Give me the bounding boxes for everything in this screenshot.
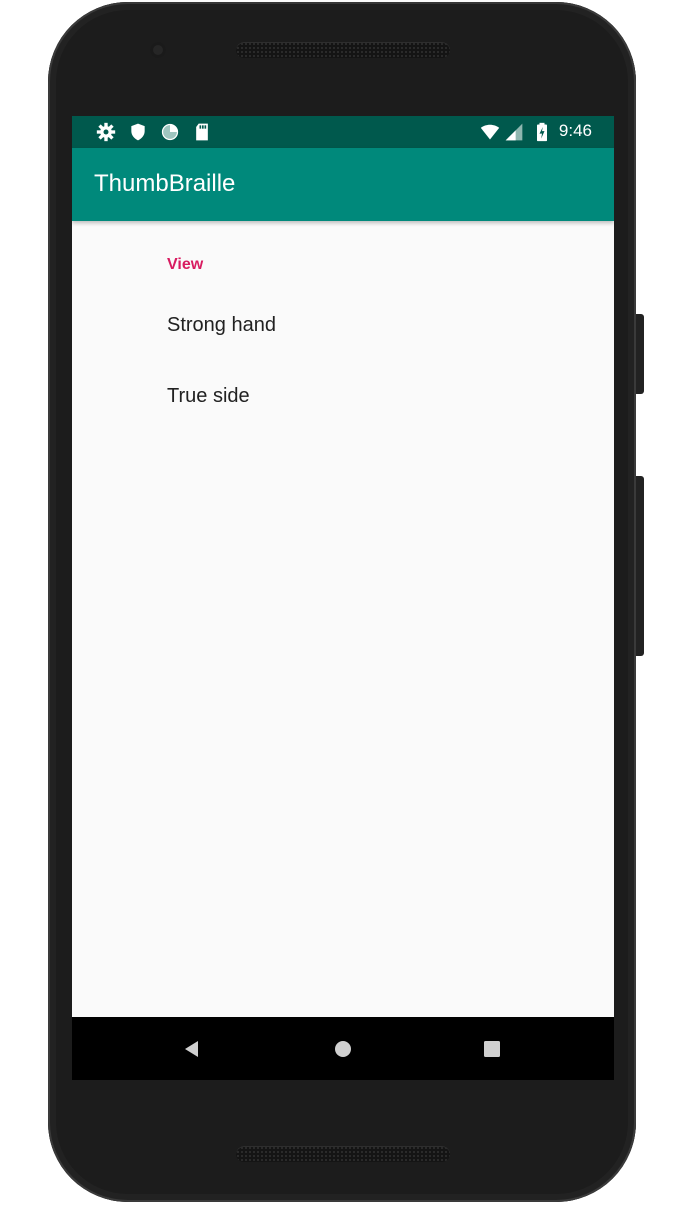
status-time: 9:46 [558, 121, 592, 140]
back-icon[interactable] [180, 1037, 204, 1061]
volume-button [636, 314, 644, 394]
status-bar: 9:46 [72, 116, 614, 148]
bottom-speaker [236, 1146, 450, 1162]
preference-category-view: View [167, 256, 204, 273]
settings-icon [96, 122, 116, 142]
navigation-bar [72, 1017, 614, 1080]
recent-apps-icon[interactable] [480, 1037, 504, 1061]
app-title: ThumbBraille [94, 170, 236, 197]
top-speaker [236, 42, 450, 58]
preference-strong-hand[interactable]: Strong hand [167, 314, 587, 337]
battery-charging-icon [537, 122, 547, 142]
app-bar: ThumbBraille [72, 148, 614, 221]
home-icon[interactable] [331, 1037, 355, 1061]
wifi-icon [480, 124, 500, 140]
front-camera [150, 42, 166, 58]
screen: 9:46 ThumbBraille View Strong hand True … [72, 116, 614, 1080]
shield-icon [131, 123, 145, 141]
cellular-signal-icon [505, 123, 523, 141]
preference-true-side[interactable]: True side [167, 385, 587, 408]
sd-card-icon [196, 123, 208, 141]
sync-circle-icon [161, 123, 179, 141]
power-button [636, 476, 644, 656]
